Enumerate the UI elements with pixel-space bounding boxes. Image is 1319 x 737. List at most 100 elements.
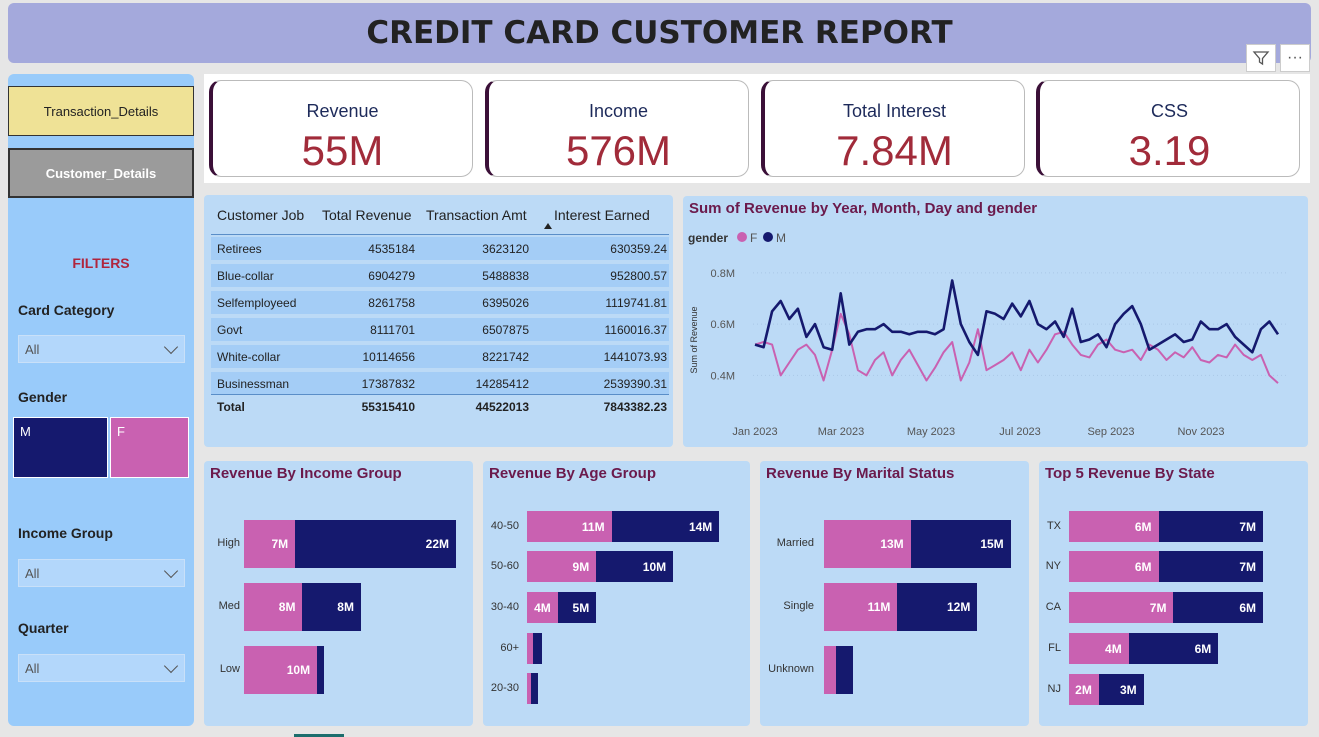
bar-segment-m[interactable]: 22M: [295, 520, 456, 568]
gender-slicer-m[interactable]: M: [13, 417, 108, 478]
bar-segment-f[interactable]: [824, 646, 836, 694]
bar-data-label: 10M: [642, 559, 667, 574]
kpi-label: Income: [588, 101, 649, 121]
table-cell: Govt: [217, 323, 243, 337]
category-label: 50-60: [490, 559, 519, 572]
table-cell: 5488838: [482, 269, 529, 283]
filters-title: FILTERS: [72, 255, 130, 271]
bar-segment-m[interactable]: [533, 633, 543, 664]
gender-slicer-f[interactable]: F: [110, 417, 189, 478]
bar-segment-m[interactable]: 7M: [1158, 511, 1264, 542]
bar-segment-f[interactable]: 9M: [527, 551, 597, 582]
bar-data-label: 2M: [1075, 682, 1092, 697]
age-group-chart-panel: Revenue By Age Group 40-50 11M 14M 50-60 9M 1…: [483, 461, 750, 726]
bar-segment-f[interactable]: 6M: [1069, 511, 1159, 542]
table-row[interactable]: Retirees 4535184 3623120 630359.24: [211, 237, 669, 260]
customer-details-button[interactable]: Customer_Details: [8, 148, 194, 198]
table-cell: 4535184: [368, 242, 415, 256]
funnel-icon[interactable]: [1246, 44, 1276, 72]
column-header[interactable]: Total Revenue: [322, 207, 412, 223]
table-cell: White-collar: [217, 350, 281, 364]
table-row[interactable]: White-collar 10114656 8221742 1441073.93: [211, 345, 669, 368]
bar-segment-m[interactable]: 8M: [302, 583, 361, 631]
y-axis-label: Sum of Revenue: [689, 306, 699, 373]
bar-segment-f[interactable]: 8M: [244, 583, 303, 631]
category-label: Married: [776, 537, 814, 549]
bar-segment-m[interactable]: 6M: [1128, 633, 1219, 664]
bar-segment-f[interactable]: 4M: [1069, 633, 1129, 664]
bar-data-label: 8M: [337, 600, 354, 614]
bar-segment-f[interactable]: 4M: [527, 592, 558, 623]
category-label: Single: [783, 600, 814, 612]
bar-segment-m[interactable]: 5M: [557, 592, 597, 623]
bar-segment-m[interactable]: [836, 646, 853, 694]
marital-status-chart-panel: Revenue By Marital Status Married 13M 15M S…: [760, 461, 1029, 726]
bar-data-label: 15M: [980, 537, 1004, 551]
bar-data-label: 11M: [581, 519, 605, 534]
category-label: Med: [218, 600, 240, 612]
sort-ascending-icon[interactable]: [544, 223, 552, 229]
bar-segment-m[interactable]: 3M: [1098, 674, 1144, 705]
age-group-chart-title: Revenue By Age Group: [489, 465, 656, 482]
marital-status-chart-title: Revenue By Marital Status: [766, 465, 955, 482]
card-category-dropdown[interactable]: All: [18, 335, 185, 363]
bar-data-label: 4M: [534, 600, 551, 615]
bar-segment-m[interactable]: 14M: [611, 511, 720, 542]
ellipsis-icon[interactable]: ···: [1280, 44, 1310, 72]
bar-segment-f[interactable]: 13M: [824, 520, 911, 568]
transaction-details-button[interactable]: Transaction_Details: [8, 86, 194, 136]
y-tick-label: 0.4M: [711, 370, 735, 382]
table-row[interactable]: Blue-collar 6904279 5488838 952800.57: [211, 264, 669, 287]
legend-title: gender: [688, 231, 728, 245]
chevron-down-icon: [163, 339, 179, 354]
kpi-card-income[interactable]: Income 576M: [485, 80, 749, 177]
bar-data-label: 6M: [1194, 641, 1212, 656]
bar-segment-m[interactable]: 12M: [897, 583, 978, 631]
revenue-line-chart[interactable]: gender F M 0.8M 0.6M 0.4M Sum of Revenue Jan 20…: [683, 196, 1308, 447]
bar-segment-m[interactable]: [317, 646, 325, 694]
bar-segment-f[interactable]: 6M: [1069, 551, 1159, 582]
table-cell: Blue-collar: [217, 269, 274, 283]
bar-segment-m[interactable]: 6M: [1173, 592, 1264, 623]
category-label: High: [217, 537, 240, 549]
table-cell: 1160016.37: [604, 323, 667, 337]
bar-segment-m[interactable]: 10M: [596, 551, 674, 582]
x-tick-label: May 2023: [907, 426, 955, 438]
report-title: CREDIT CARD CUSTOMER REPORT: [366, 15, 953, 51]
table-cell: 2539390.31: [603, 377, 667, 391]
bar-segment-f[interactable]: 10M: [244, 646, 318, 694]
bar-segment-m[interactable]: [530, 673, 538, 704]
table-cell: 1441073.93: [603, 350, 667, 364]
x-tick-label: Nov 2023: [1177, 426, 1224, 438]
chevron-down-icon: [163, 658, 179, 673]
bar-segment-f[interactable]: 7M: [244, 520, 296, 568]
column-header[interactable]: Customer Job: [217, 207, 304, 223]
x-tick-label: Mar 2023: [818, 426, 864, 438]
bar-segment-f[interactable]: 11M: [824, 583, 898, 631]
column-header[interactable]: Transaction Amt: [426, 207, 527, 223]
bar-segment-f[interactable]: 11M: [527, 511, 612, 542]
table-row[interactable]: Selfemployeed 8261758 6395026 1119741.81: [211, 291, 669, 314]
kpi-label: CSS: [1150, 101, 1188, 121]
customer-job-table[interactable]: Customer Job Total Revenue Transaction A…: [207, 197, 673, 447]
table-cell: Selfemployeed: [217, 296, 297, 310]
bar-segment-f[interactable]: 2M: [1069, 674, 1099, 705]
kpi-card-total-interest[interactable]: Total Interest 7.84M: [761, 80, 1025, 177]
bar-segment-m[interactable]: 7M: [1158, 551, 1264, 582]
gender-label: Gender: [18, 389, 68, 405]
table-row[interactable]: Govt 8111701 6507875 1160016.37: [211, 318, 669, 341]
card-category-value: All: [25, 341, 40, 357]
income-group-dropdown[interactable]: All: [18, 559, 185, 587]
bar-data-label: 9M: [572, 559, 590, 574]
table-total-row: Total 55315410 44522013 7843382.23: [211, 394, 669, 418]
state-chart-title: Top 5 Revenue By State: [1045, 465, 1215, 482]
kpi-card-css[interactable]: CSS 3.19: [1036, 80, 1300, 177]
bar-segment-f[interactable]: 7M: [1069, 592, 1174, 623]
table-row[interactable]: Businessman 17387832 14285412 2539390.31: [211, 372, 669, 395]
quarter-dropdown[interactable]: All: [18, 654, 185, 682]
bar-segment-m[interactable]: 15M: [910, 520, 1011, 568]
table-cell: 14285412: [475, 377, 529, 391]
column-header[interactable]: Interest Earned: [554, 207, 650, 223]
kpi-card-revenue[interactable]: Revenue 55M: [209, 80, 473, 177]
bar-data-label: 7M: [1239, 519, 1257, 534]
